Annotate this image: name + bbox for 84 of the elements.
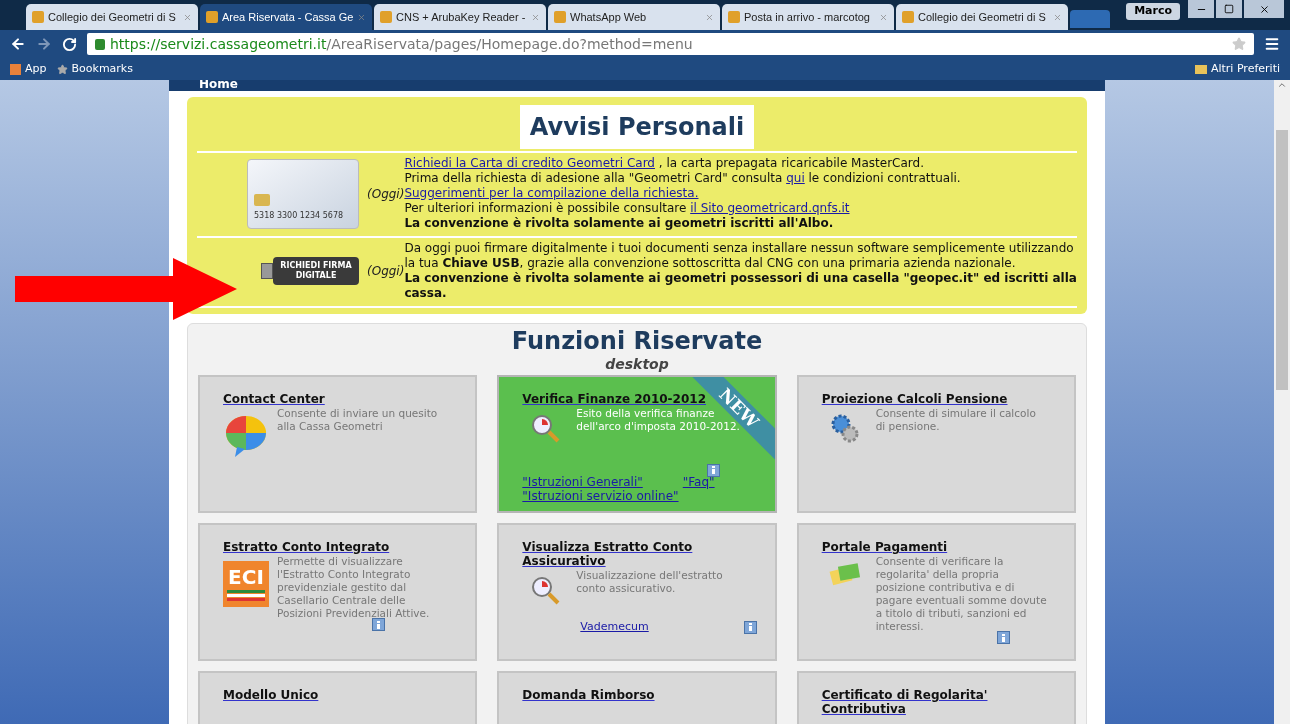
date-label: (Oggi) — [367, 264, 405, 280]
back-icon[interactable] — [10, 36, 26, 52]
forward-icon[interactable] — [36, 36, 52, 52]
service-tile[interactable]: Contact Center Consente di inviare un quesito alla Cassa Geometri — [198, 375, 478, 513]
user-name[interactable]: Marco — [1126, 3, 1180, 20]
tile-description: Consente di inviare un quesito alla Cassa Geometri — [277, 407, 439, 434]
tile-title-link[interactable]: Modello Unico — [223, 688, 464, 702]
tile-title-link[interactable]: Estratto Conto Integrato — [223, 540, 464, 554]
notice-emphasis: La convenzione è rivolta solamente ai geometri iscritti all'Albo. — [404, 216, 835, 231]
instructions-link[interactable]: "Istruzioni servizio online" — [522, 489, 763, 503]
browser-tab[interactable]: Area Riservata - Cassa Ge — [200, 4, 372, 30]
scroll-up-icon[interactable] — [1277, 80, 1287, 90]
address-bar[interactable]: https://servizi.cassageometri.it/AreaRiservata/pages/Homepage.do?method=menu — [87, 33, 1254, 55]
functions-subtitle: desktop — [604, 356, 670, 372]
star-icon[interactable] — [1232, 37, 1246, 51]
bookmarks-link[interactable]: Bookmarks — [71, 60, 133, 78]
maximize-button[interactable] — [1216, 0, 1242, 18]
speech-bubble-icon — [223, 413, 269, 459]
favicon-icon — [554, 11, 566, 23]
notice-link[interactable]: Richiedi la Carta di credito Geometri Card — [404, 156, 655, 170]
folder-icon — [1194, 64, 1207, 74]
notice-text: Prima della richiesta di adesione alla "Geometri Card" consulta — [404, 171, 784, 185]
notice-text: , la carta prepagata ricaricabile MasterCard. — [657, 156, 924, 170]
tile-title-link[interactable]: Portale Pagamenti — [821, 540, 1062, 554]
notice-link[interactable]: Suggerimenti per la compilazione della richiesta. — [404, 186, 699, 200]
notice-text: le condizioni contrattuali. — [807, 171, 961, 185]
browser-tab[interactable]: WhatsApp Web — [548, 4, 720, 30]
functions-title: Funzioni Riservate — [510, 326, 764, 356]
browser-tab[interactable]: Collegio dei Geometri di S — [896, 4, 1068, 30]
notice-link[interactable]: il Sito geometricard.qnfs.it — [690, 201, 850, 215]
faq-link[interactable]: "Faq" — [682, 475, 715, 489]
favicon-icon — [32, 11, 44, 23]
other-bookmarks[interactable]: Altri Preferiti — [1210, 60, 1280, 78]
tile-title-link[interactable]: Contact Center — [223, 392, 464, 406]
tile-description: Visualizzazione dell'estratto conto assicurativo. — [576, 569, 724, 596]
service-tile[interactable]: Certificato di Regolarita' Contributiva — [796, 671, 1076, 724]
notice-text: Da oggi puoi firmare digitalmente i tuoi documenti senza installare nessun software semplicemente utilizzando la tua Chiave USB, grazie alla convenzione sottoscritta dal CNG con una primaria azienda nazionale. — [404, 241, 1074, 270]
gears-icon — [829, 413, 860, 443]
chip-icon — [254, 193, 270, 206]
home-link[interactable]: Home — [199, 80, 1075, 91]
lock-icon — [95, 38, 105, 50]
apps-grid-icon — [10, 63, 21, 75]
favicon-icon — [902, 11, 914, 23]
tile-description: Permette di visualizzare l'Estratto Conto Integrato previdenziale gestito dal Casellario Centrale delle Posizioni Previdenziali Attive. — [277, 555, 431, 620]
card-number: 5318 3300 1234 5678 — [254, 209, 345, 222]
tile-description: Consente di simulare il calcolo di pensione. — [875, 407, 1037, 434]
notice-link[interactable]: qui — [786, 171, 805, 185]
reload-icon[interactable] — [62, 36, 77, 52]
date-label: (Oggi) — [367, 185, 405, 203]
service-tile[interactable]: Estratto Conto Integrato ECI Permette di visualizzare l'Estratto Conto Integrato previdenziale gestito dal Casellario Centrale delle Posizioni Previdenziali Attive. — [198, 523, 478, 661]
apps-bookmark[interactable]: App — [25, 60, 47, 78]
service-tile[interactable]: Proiezione Calcoli Pensione Consente di simulare il calcolo di pensione. — [796, 375, 1076, 513]
browser-tab[interactable]: CNS + ArubaKey Reader - — [374, 4, 546, 30]
eci-logo: ECI — [223, 561, 269, 607]
menu-icon[interactable] — [1264, 36, 1280, 52]
favicon-icon — [380, 11, 392, 23]
browser-tab[interactable]: Collegio dei Geometri di S — [26, 4, 198, 30]
vademecum-link[interactable]: Vademecum — [580, 619, 649, 636]
info-icon[interactable] — [372, 618, 386, 631]
tile-description: Consente di verificare la regolarita' della propria posizione contributiva e di pagare eventuali somme dovute a titolo di tributi, sanzioni ed interessi. — [875, 555, 1048, 633]
service-tile[interactable]: Domanda Rimborso — [497, 671, 777, 724]
magnifier-icon — [530, 575, 561, 605]
magnifier-icon — [530, 413, 561, 443]
info-icon[interactable] — [743, 620, 757, 634]
info-icon[interactable] — [997, 631, 1010, 644]
maximize-icon[interactable] — [1224, 4, 1234, 14]
favicon-icon — [206, 11, 218, 23]
close-icon[interactable] — [1258, 3, 1270, 15]
notice-text: Per ulteriori informazioni è possibile consultare — [404, 201, 688, 215]
scrollbar[interactable] — [1274, 80, 1290, 724]
service-tile[interactable]: Visualizza Estratto Conto Assicurativo Visualizzazione dell'estratto conto assicurativo. Vademecum — [497, 523, 777, 661]
tile-title-link[interactable]: Domanda Rimborso — [522, 688, 763, 702]
favicon-icon — [728, 11, 740, 23]
service-tile[interactable]: Modello Unico — [198, 671, 478, 724]
star-icon — [56, 63, 68, 75]
tile-title-link[interactable]: Proiezione Calcoli Pensione — [821, 392, 1062, 406]
instructions-link[interactable]: "Istruzioni Generali" — [522, 475, 643, 489]
browser-tab[interactable]: Posta in arrivo - marcotog — [722, 4, 894, 30]
tile-title-link[interactable]: Visualizza Estratto Conto Assicurativo — [522, 540, 693, 568]
notice-emphasis: La convenzione è rivolta solamente ai geometri possessori di una casella "geopec.it" ed iscritti alla cassa. — [404, 271, 1077, 301]
service-tile[interactable]: Portale Pagamenti Consente di verificare la regolarita' della propria posizione contributiva e di pagare eventuali somme dovute a titolo di tributi, sanzioni ed interessi. — [796, 523, 1076, 661]
info-icon[interactable] — [707, 463, 721, 477]
notices-title: Avvisi Personali — [519, 105, 755, 149]
tile-title-link[interactable]: Certificato di Regolarita' Contributiva — [821, 688, 1062, 716]
